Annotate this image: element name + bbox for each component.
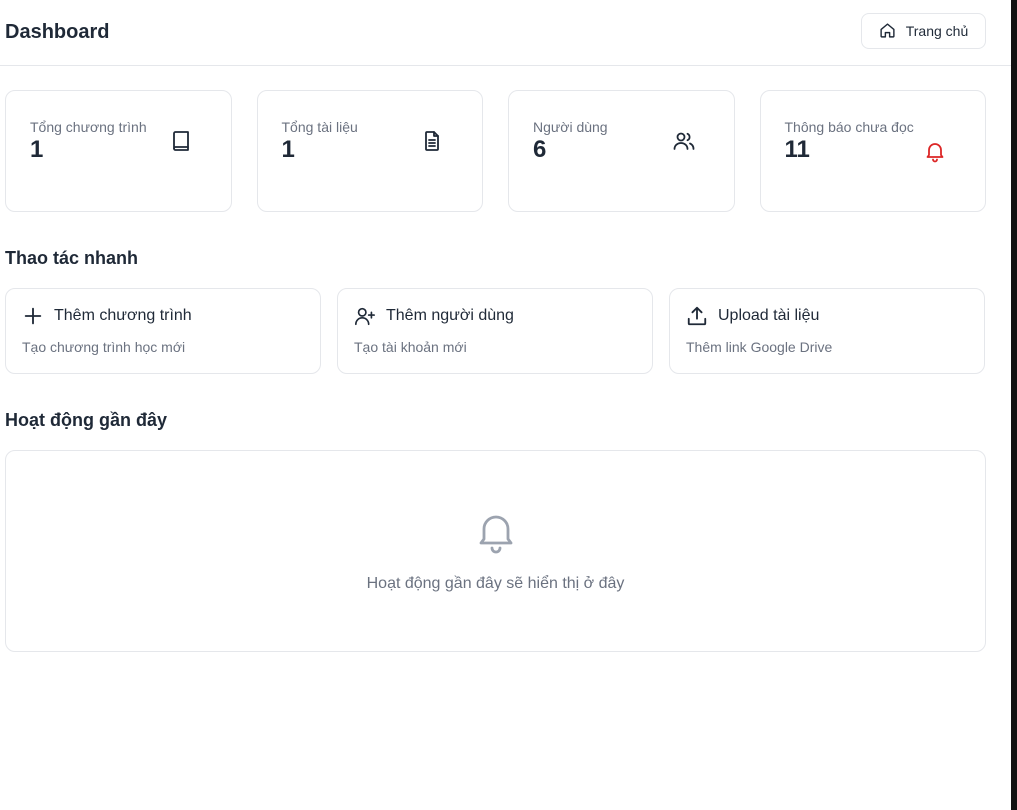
quick-actions: Thêm chương trình Tạo chương trình học m…	[0, 288, 1011, 374]
action-description: Tạo tài khoản mới	[354, 339, 467, 355]
bell-icon	[472, 507, 520, 555]
empty-state-text: Hoạt động gần đây sẽ hiển thị ở đây	[366, 575, 625, 592]
stat-label: Người dùng	[533, 119, 608, 135]
document-icon	[420, 129, 444, 153]
header: Dashboard Trang chủ	[0, 0, 1011, 66]
dashboard-page: Dashboard Trang chủ Tổng chương trình 1 …	[0, 0, 1011, 810]
action-description: Thêm link Google Drive	[686, 339, 833, 355]
users-icon	[672, 129, 696, 153]
action-title: Thêm người dùng	[386, 307, 514, 324]
action-title: Thêm chương trình	[54, 307, 192, 324]
stat-card-notifications: Thông báo chưa đọc 11	[759, 90, 986, 212]
action-description: Tạo chương trình học mới	[22, 339, 186, 355]
scrollbar[interactable]	[1011, 0, 1017, 810]
stat-card-documents: Tổng tài liệu 1	[256, 90, 483, 212]
stat-card-users: Người dùng 6	[508, 90, 735, 212]
upload-icon	[686, 305, 708, 327]
stat-label: Thông báo chưa đọc	[784, 119, 914, 135]
user-plus-icon	[354, 305, 376, 327]
action-head: Thêm người dùng	[354, 305, 636, 327]
book-icon	[169, 129, 193, 153]
stats-row: Tổng chương trình 1 Tổng tài liệu 1 Ngườ…	[0, 90, 1011, 212]
page-title: Dashboard	[5, 21, 110, 43]
home-icon	[879, 22, 896, 39]
quick-actions-title: Thao tác nhanh	[5, 248, 139, 268]
stat-label: Tổng chương trình	[30, 119, 147, 135]
upload-document-button[interactable]: Upload tài liệu Thêm link Google Drive	[669, 288, 985, 374]
plus-icon	[22, 305, 44, 327]
home-button[interactable]: Trang chủ	[861, 12, 986, 49]
bell-icon	[923, 139, 947, 163]
action-head: Thêm chương trình	[22, 305, 304, 327]
add-program-button[interactable]: Thêm chương trình Tạo chương trình học m…	[5, 288, 321, 374]
add-user-button[interactable]: Thêm người dùng Tạo tài khoản mới	[337, 288, 653, 374]
action-title: Upload tài liệu	[718, 307, 820, 324]
action-head: Upload tài liệu	[686, 305, 968, 327]
stat-card-programs: Tổng chương trình 1	[5, 90, 232, 212]
recent-activity-title: Hoạt động gần đây	[5, 410, 167, 430]
recent-activity-panel: Hoạt động gần đây sẽ hiển thị ở đây	[5, 450, 986, 652]
home-button-label: Trang chủ	[905, 22, 969, 39]
stat-label: Tổng tài liệu	[281, 119, 358, 135]
